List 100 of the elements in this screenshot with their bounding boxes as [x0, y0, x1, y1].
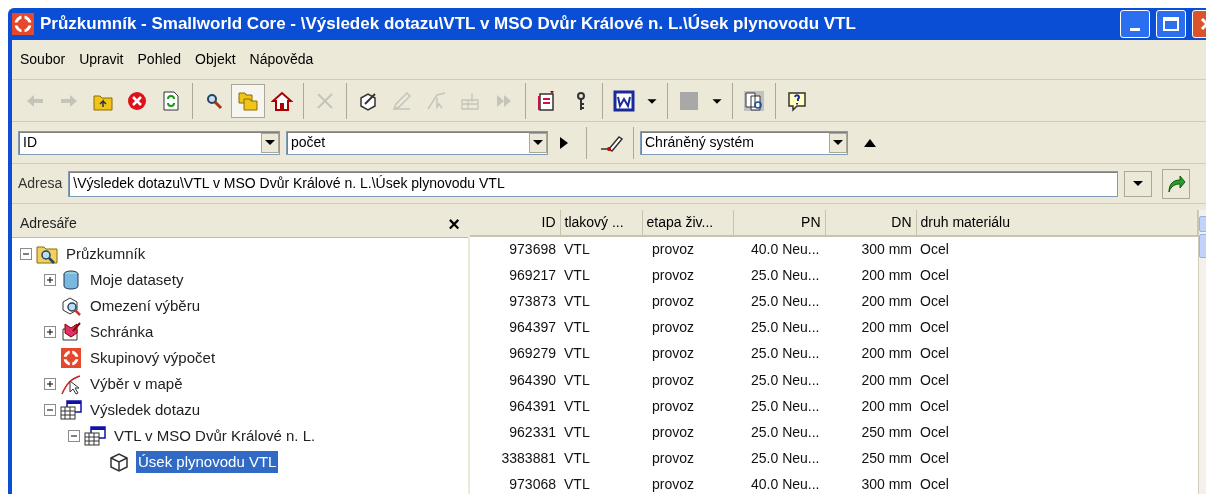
help-icon[interactable]	[786, 89, 808, 112]
expand-icon[interactable]	[44, 274, 56, 286]
column-header[interactable]: ID	[470, 210, 560, 236]
tree-item[interactable]: Průzkumník	[64, 242, 148, 266]
tree-item[interactable]: Výběr v mapě	[88, 372, 185, 396]
table-cell-text: 200 mm	[860, 318, 913, 338]
collapse-icon[interactable]	[68, 430, 80, 442]
function-dropdown[interactable]: počet	[286, 130, 548, 155]
column-header[interactable]: PN	[733, 210, 825, 236]
document-preview-icon[interactable]	[743, 89, 765, 112]
table-cell-text: provoz	[651, 475, 696, 494]
table-cell-text: 250 mm	[860, 449, 913, 469]
column-header[interactable]: etapa živ...	[642, 210, 733, 236]
collapse-icon[interactable]	[20, 248, 32, 260]
table-cell-text: Ocel	[919, 344, 950, 364]
app-icon	[12, 13, 34, 35]
menu-item[interactable]: Soubor	[20, 49, 66, 70]
table-cell-text: Ocel	[919, 449, 950, 469]
menu-item[interactable]: Pohled	[137, 49, 182, 70]
table-cell-text: Ocel	[919, 318, 950, 338]
tree-item[interactable]: Skupinový výpočet	[88, 346, 218, 370]
table-cell-text: Ocel	[919, 475, 950, 494]
table-icon	[60, 399, 82, 421]
target-icon	[60, 347, 82, 369]
table-cell: Ocel	[916, 236, 1197, 263]
table-cell-text: 973068	[508, 475, 557, 494]
table-cell-text: provoz	[651, 449, 696, 469]
tree-item[interactable]: VTL v MSO Dvůr Králové n. L.	[112, 424, 318, 448]
table-cell-text: 25.0 Neu...	[750, 370, 821, 390]
table-icon	[84, 425, 106, 447]
window-title: Průzkumník - Smallworld Core - \Výsledek dotazu\VTL v MSO Dvůr Králové n. L.\Úsek plynovodu VTL	[40, 13, 857, 36]
go-button[interactable]	[1162, 168, 1191, 199]
table-cell-text: 964397	[508, 318, 557, 338]
menu-item[interactable]: Nápověda	[249, 49, 314, 70]
expand-icon[interactable]	[44, 326, 56, 338]
close-pane-button[interactable]: ×	[448, 213, 460, 234]
expand-icon[interactable]	[44, 378, 56, 390]
table-cell-text: provoz	[651, 344, 696, 364]
folders-icon[interactable]	[237, 89, 259, 112]
table-cell-text: VTL	[563, 344, 591, 364]
system-dropdown[interactable]: Chráněný systém	[640, 130, 848, 155]
curve-pointer-icon	[60, 373, 82, 395]
table-cell-text: provoz	[651, 422, 696, 442]
toggle-button[interactable]	[231, 83, 265, 118]
tree-item[interactable]: Schránka	[88, 320, 156, 344]
table-cell-text: VTL	[563, 318, 591, 338]
address-label: Adresa	[18, 174, 63, 193]
stop-icon[interactable]	[126, 89, 148, 112]
table-cell-text: Ocel	[919, 396, 950, 416]
table-cell-text: Ocel	[919, 370, 950, 390]
play-icon[interactable]	[560, 136, 568, 149]
table-cell-text: 973873	[508, 291, 557, 311]
collapse-up-icon[interactable]	[864, 138, 876, 147]
table-cell-text: 250 mm	[860, 422, 913, 442]
table-cell-text: 25.0 Neu...	[750, 422, 821, 442]
address-dropdown-button[interactable]	[1124, 170, 1153, 197]
address-field[interactable]: \Výsledek dotazu\VTL v MSO Dvůr Králové n. L.\Úsek plynovodu VTL	[68, 170, 1119, 197]
column-header[interactable]: tlakový ...	[560, 210, 642, 236]
table-cell-text: provoz	[651, 291, 696, 311]
table-cell-text: 25.0 Neu...	[750, 318, 821, 338]
clipboard-icon	[60, 321, 82, 343]
table-cell-text: 300 mm	[860, 475, 913, 494]
table-cell-text: 964390	[508, 370, 557, 390]
table-cell-text: 25.0 Neu...	[750, 265, 821, 285]
table-cell-text: 200 mm	[860, 265, 913, 285]
tree-item[interactable]: Úsek plynovodu VTL	[136, 450, 279, 474]
table-cell-text: 969217	[508, 265, 557, 285]
table-cell-text: VTL	[563, 475, 591, 494]
home-icon[interactable]	[271, 89, 293, 112]
word-icon[interactable]	[613, 89, 635, 112]
table-cell-text: 25.0 Neu...	[750, 396, 821, 416]
table-cell-text: VTL	[563, 370, 591, 390]
table-cell: 300 mm	[825, 236, 916, 263]
tree-item[interactable]: Moje datasety	[88, 268, 186, 292]
pane-title: Adresáře	[20, 214, 77, 233]
field-dropdown[interactable]: ID	[18, 130, 280, 155]
table-cell-text: VTL	[563, 396, 591, 416]
table-cell: 40.0 Neu...	[733, 236, 825, 263]
minimize-button[interactable]	[1120, 10, 1150, 38]
database-icon	[60, 269, 82, 291]
column-header[interactable]: druh materiálu	[916, 210, 1197, 236]
folder-search-icon	[36, 243, 58, 265]
table-cell-text: provoz	[651, 396, 696, 416]
cube-icon	[108, 451, 130, 473]
tree-item[interactable]: Výsledek dotazu	[88, 398, 203, 422]
column-header[interactable]: DN	[825, 210, 916, 236]
menu-item[interactable]: Objekt	[195, 49, 236, 70]
table-cell-text: Ocel	[919, 265, 950, 285]
refresh-icon[interactable]	[160, 89, 182, 112]
collapse-icon[interactable]	[44, 404, 56, 416]
table-cell-text: VTL	[563, 265, 591, 285]
table-cell-text: 25.0 Neu...	[750, 344, 821, 364]
menu-item[interactable]: Upravit	[79, 49, 124, 70]
maximize-button[interactable]	[1156, 10, 1186, 38]
tree-item[interactable]: Omezení výběru	[88, 294, 203, 318]
table-cell-text: 200 mm	[860, 370, 913, 390]
table-cell-text: 3383881	[500, 449, 557, 469]
table-cell-text: 25.0 Neu...	[750, 449, 821, 469]
table-cell: VTL	[560, 236, 642, 263]
table-cell-text: Ocel	[919, 422, 950, 442]
